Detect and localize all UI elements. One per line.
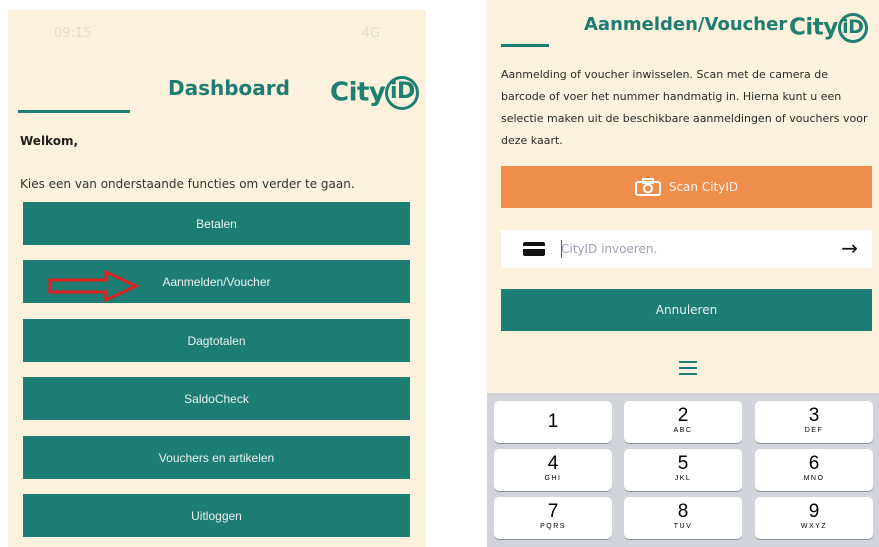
key-letters: DEF <box>804 427 824 434</box>
scan-button-label: Scan CityID <box>668 180 739 194</box>
key-digit: 2 <box>677 405 689 426</box>
status-bar: 09:15 4G <box>8 10 426 54</box>
key-5[interactable]: 5 JKL <box>624 449 742 491</box>
key-letters: TUV <box>673 523 693 530</box>
description-text: Aanmelding of voucher inwisselen. Scan m… <box>501 68 868 147</box>
key-7[interactable]: 7 PQRS <box>494 497 612 539</box>
camera-icon <box>634 178 661 196</box>
arrow-right-icon[interactable]: → <box>841 236 858 260</box>
key-3[interactable]: 3 DEF <box>755 401 873 443</box>
key-digit: 1 <box>547 411 559 432</box>
key-letters: WXYZ <box>800 523 828 530</box>
key-9[interactable]: 9 WXYZ <box>755 497 873 539</box>
annuleren-button[interactable]: Annuleren <box>501 289 872 331</box>
cityid-input-row: → <box>501 230 872 268</box>
tab-indicator <box>501 44 549 47</box>
instruction-text: Kies een van onderstaande functies om ve… <box>20 177 355 191</box>
logo-id-ring: iD <box>837 13 868 43</box>
hamburger-icon[interactable] <box>679 361 697 375</box>
cityid-logo: City iD <box>789 13 868 43</box>
welcome-text: Welkom, <box>20 134 79 148</box>
numeric-keypad: 1 2 ABC 3 DEF 4 GHI 5 JKL 6 MNO 7 PQRS 8 TUV 9W… <box>487 393 879 547</box>
betalen-button[interactable]: Betalen <box>23 202 410 245</box>
logo-text: City <box>789 14 838 41</box>
key-2[interactable]: 2 ABC <box>624 401 742 443</box>
status-time: 09:15 <box>54 26 92 41</box>
key-digit: 3 <box>808 405 820 426</box>
aanmelden-voucher-screen: Aanmelden/Voucher City iD Aanmelding of v… <box>487 0 879 547</box>
status-network: 4G <box>361 26 380 41</box>
saldocheck-button[interactable]: SaldoCheck <box>23 377 410 420</box>
key-digit: 8 <box>677 501 689 522</box>
page-title: Dashboard <box>168 76 290 100</box>
key-letters: GHI <box>544 475 562 482</box>
cityid-input[interactable] <box>561 238 821 260</box>
key-digit: 7 <box>547 501 559 522</box>
key-digit: 6 <box>808 453 820 474</box>
card-icon <box>523 242 545 256</box>
key-letters: JKL <box>674 475 692 482</box>
key-letters: MNO <box>803 475 825 482</box>
text-cursor <box>561 240 562 258</box>
logo-id-ring: iD <box>385 76 420 110</box>
key-4[interactable]: 4 GHI <box>494 449 612 491</box>
page-title: Aanmelden/Voucher <box>584 14 788 35</box>
cityid-logo: City iD <box>330 76 420 110</box>
red-arrow-icon <box>48 270 140 302</box>
key-8[interactable]: 8 TUV <box>624 497 742 539</box>
tab-indicator <box>18 110 130 113</box>
key-letters: PQRS <box>540 523 566 530</box>
logo-text: City <box>330 77 386 108</box>
dashboard-screen: 09:15 4G Dashboard City iD Welkom, Kies e… <box>8 10 426 547</box>
key-6[interactable]: 6 MNO <box>755 449 873 491</box>
scan-cityid-button[interactable]: Scan CityID <box>501 166 872 208</box>
key-1[interactable]: 1 <box>494 401 612 443</box>
key-digit: 4 <box>547 453 559 474</box>
uitloggen-button[interactable]: Uitloggen <box>23 494 410 537</box>
vouchers-en-artikelen-button[interactable]: Vouchers en artikelen <box>23 436 410 479</box>
key-digit: 5 <box>677 453 689 474</box>
key-digit: 9 <box>808 501 820 522</box>
dagtotalen-button[interactable]: Dagtotalen <box>23 319 410 362</box>
key-letters: ABC <box>673 427 693 434</box>
